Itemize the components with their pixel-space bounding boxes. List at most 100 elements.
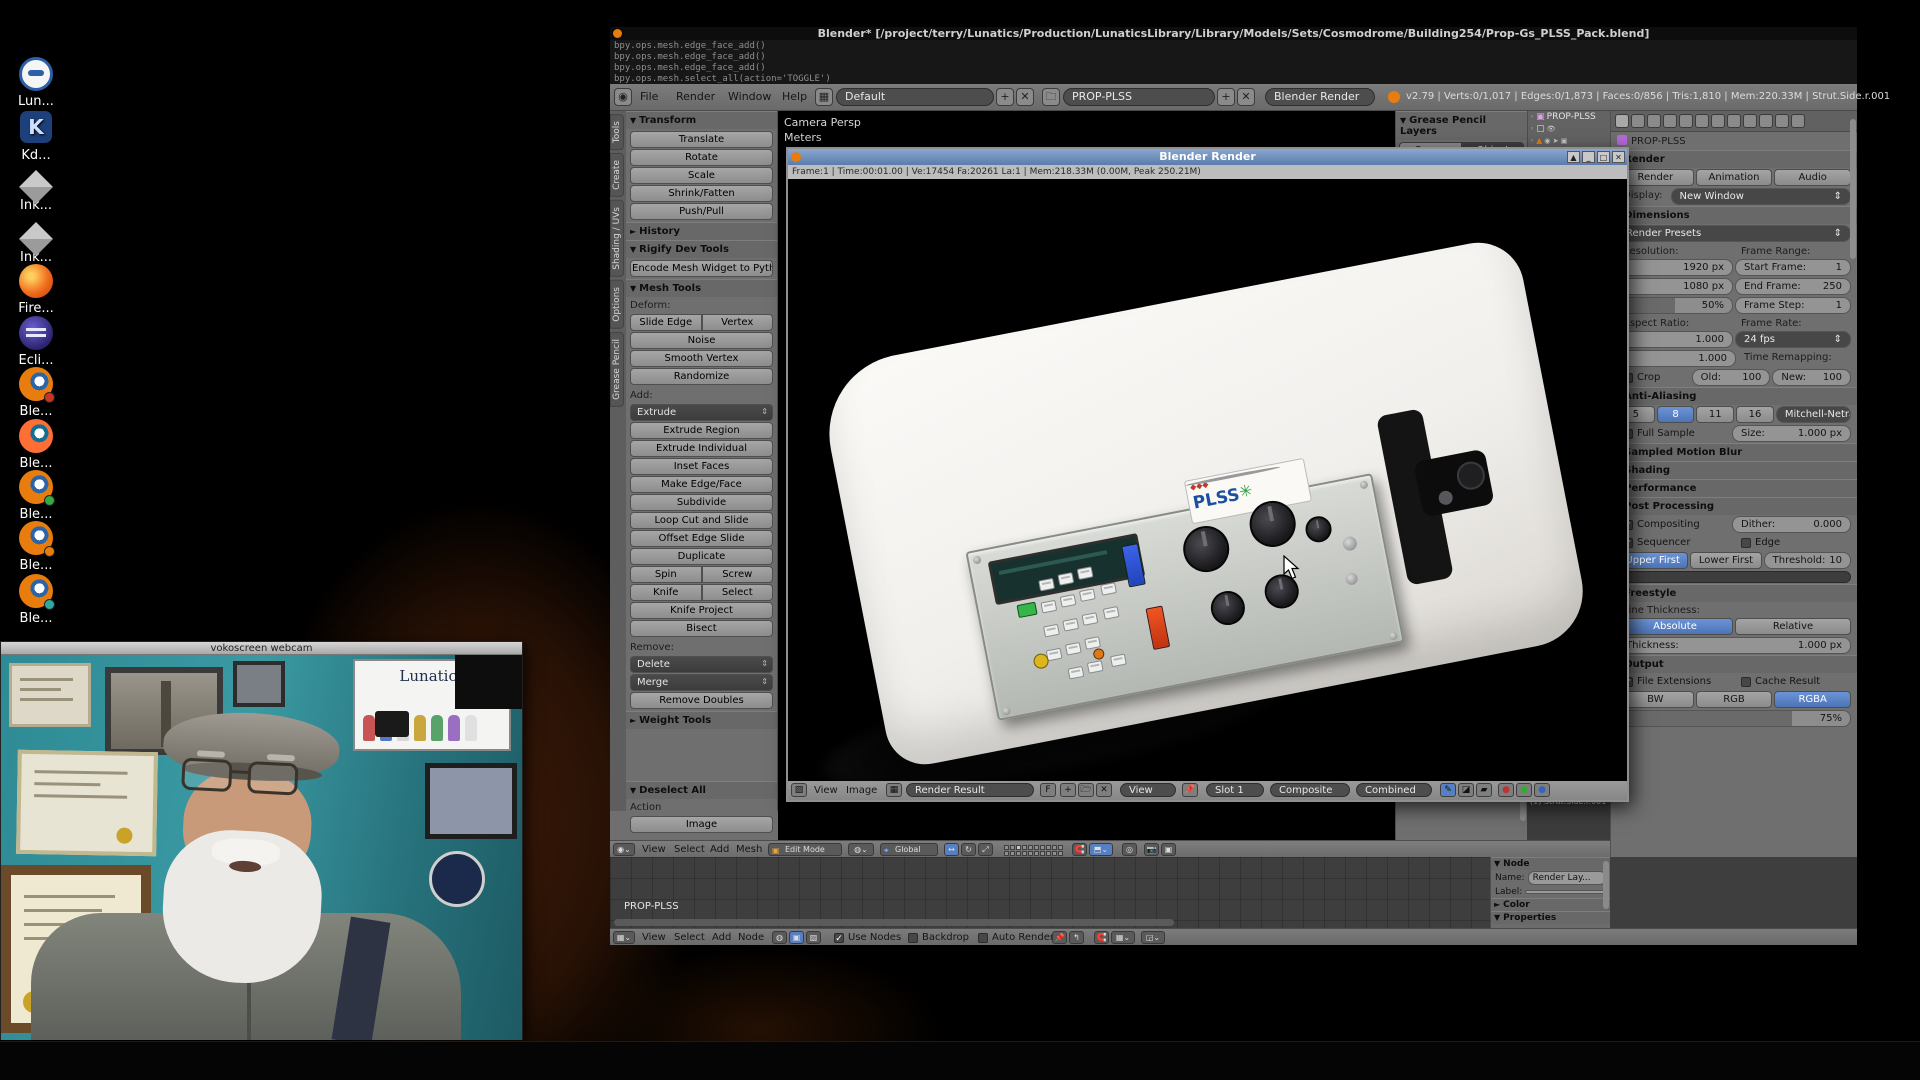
panel-shading[interactable]: ►Shading (1611, 461, 1857, 479)
view-menu[interactable]: View (642, 844, 666, 855)
cache-result-checkbox[interactable]: Cache Result (1735, 674, 1851, 689)
desktop-icon-blender-5[interactable]: Ble... (8, 574, 64, 626)
animation-button[interactable]: Animation (1696, 169, 1773, 186)
editor-type-icon[interactable]: ▨ (791, 783, 807, 797)
panel-antialiasing[interactable]: ▼Anti-Aliasing (1611, 387, 1857, 405)
channel-g-icon[interactable]: ● (1516, 783, 1532, 797)
node-sidebar-scrollbar[interactable] (1603, 861, 1609, 909)
overlay-select[interactable]: ◲⌄ (1141, 931, 1165, 944)
menu-file[interactable]: File (640, 90, 658, 103)
end-frame-field[interactable]: End Frame:250 (1735, 278, 1851, 295)
close-layout-button[interactable]: ✕ (1016, 88, 1034, 106)
tab-texture[interactable] (1759, 114, 1773, 128)
panel-mesh-tools[interactable]: ▼Mesh Tools (626, 279, 777, 297)
tab-material[interactable] (1743, 114, 1757, 128)
close-scene-button[interactable]: ✕ (1237, 88, 1255, 106)
desktop-icon-blender-3[interactable]: Ble... (8, 470, 64, 522)
panel-transform[interactable]: ▼Transform (626, 111, 777, 129)
orientation-select[interactable]: ⌖Global (880, 843, 938, 856)
manipulator-scale-icon[interactable]: ⤢ (978, 843, 993, 856)
extrude-region-button[interactable]: Extrude Region (630, 422, 773, 439)
edge-color-swatch[interactable] (1617, 571, 1851, 583)
parent-icon[interactable]: ↰ (1069, 931, 1084, 944)
mask-mode-icon[interactable]: ▰ (1476, 783, 1492, 797)
aa-16-button[interactable]: 16 (1736, 406, 1774, 423)
edge-checkbox[interactable]: Edge (1735, 535, 1851, 550)
node-name-field[interactable]: Render Lay... (1528, 871, 1606, 885)
desktop-icon-eclipse[interactable]: Ecli... (8, 316, 64, 368)
vertex-slide-button[interactable]: Vertex (702, 314, 774, 331)
panel-freestyle[interactable]: ▼Freestyle (1611, 584, 1857, 602)
tab-tools[interactable]: Tools (610, 114, 624, 150)
panel-extra[interactable]: ▼Deselect All (626, 781, 777, 799)
remap-new-field[interactable]: New:100 (1772, 369, 1851, 386)
image-button[interactable]: Image (630, 816, 773, 833)
aa-size-field[interactable]: Size:1.000 px (1732, 425, 1851, 442)
outliner-object-row[interactable]: ◦▢👁 (1528, 123, 1610, 135)
pass-select[interactable]: Composite (1270, 783, 1350, 797)
node-label-field[interactable] (1525, 890, 1606, 894)
add-menu[interactable]: Add (710, 844, 729, 855)
panel-post-processing[interactable]: ▼Post Processing (1611, 497, 1857, 515)
bisect-button[interactable]: Bisect (630, 620, 773, 637)
panel-grease-pencil-layers[interactable]: ▼Grease Pencil Layers (1396, 111, 1527, 140)
randomize-button[interactable]: Randomize (630, 368, 773, 385)
image-menu[interactable]: Image (846, 785, 877, 796)
start-frame-field[interactable]: Start Frame:1 (1735, 259, 1851, 276)
tab-scene[interactable] (1647, 114, 1661, 128)
absolute-button[interactable]: Absolute (1617, 618, 1733, 635)
rotate-button[interactable]: Rotate (630, 149, 773, 166)
scene-select[interactable]: PROP-PLSS (1063, 88, 1215, 106)
rgba-button[interactable]: RGBA (1774, 691, 1851, 708)
resolution-percentage-slider[interactable]: 50% (1617, 297, 1733, 314)
encode-mesh-widget-button[interactable]: Encode Mesh Widget to Python (630, 260, 773, 277)
noise-button[interactable]: Noise (630, 332, 773, 349)
outliner-scene-row[interactable]: ◦▣PROP-PLSS (1528, 111, 1610, 123)
image-name-field[interactable]: Render Result (906, 783, 1034, 797)
compression-slider[interactable]: 75% (1617, 710, 1851, 727)
file-extensions-checkbox[interactable]: ✓File Extensions (1617, 674, 1733, 689)
lower-first-button[interactable]: Lower First (1690, 552, 1761, 569)
tab-create[interactable]: Create (610, 153, 624, 197)
properties-scrollbar[interactable] (1850, 119, 1856, 259)
panel-render[interactable]: ▼Render (1611, 150, 1857, 168)
inset-faces-button[interactable]: Inset Faces (630, 458, 773, 475)
delete-dropdown[interactable]: Delete (630, 656, 773, 673)
node-add-menu[interactable]: Add (712, 932, 731, 943)
webcam-title-bar[interactable]: vokoscreen webcam (1, 642, 522, 655)
extrude-individual-button[interactable]: Extrude Individual (630, 440, 773, 457)
desktop-icon-inkscape-2[interactable]: Ink... (8, 213, 64, 265)
render-engine-select[interactable]: Blender Render (1265, 88, 1375, 106)
pin-icon[interactable]: 📌 (1182, 783, 1198, 797)
node-node-menu[interactable]: Node (738, 932, 764, 943)
remap-old-field[interactable]: Old:100 (1692, 369, 1771, 386)
render-view-icon[interactable]: 📷 (1144, 843, 1159, 856)
snap-icon[interactable]: 🧲 (1094, 931, 1109, 944)
display-channel-select[interactable]: Combined (1356, 783, 1432, 797)
image-view-menu[interactable]: View (814, 785, 838, 796)
node-select-menu[interactable]: Select (674, 932, 705, 943)
unlink-image-button[interactable]: ✕ (1096, 783, 1112, 797)
desktop-icon-lunatics[interactable]: Lun... (8, 57, 64, 109)
spin-button[interactable]: Spin (630, 566, 702, 583)
thickness-field[interactable]: Thickness:1.000 px (1617, 637, 1851, 654)
tab-modifiers[interactable] (1711, 114, 1725, 128)
panel-performance[interactable]: ►Performance (1611, 479, 1857, 497)
add-layout-button[interactable]: + (996, 88, 1014, 106)
desktop-icon-blender-1[interactable]: Ble... (8, 367, 64, 419)
editor-type-icon[interactable]: ▦⌄ (613, 931, 635, 944)
tab-particles[interactable] (1775, 114, 1789, 128)
fake-user-button[interactable]: F (1040, 783, 1056, 797)
desktop-icon-firefox[interactable]: Fire... (8, 264, 64, 316)
erase-mode-icon[interactable]: ◪ (1458, 783, 1474, 797)
node-hscrollbar[interactable] (614, 919, 1174, 926)
render-canvas[interactable]: ◆◆◆ PLSS✳ (788, 179, 1627, 781)
draw-mode-icon[interactable]: ✎ (1440, 783, 1456, 797)
merge-dropdown[interactable]: Merge (630, 674, 773, 691)
view-mode-select[interactable]: View (1120, 783, 1176, 797)
remove-doubles-button[interactable]: Remove Doubles (630, 692, 773, 709)
panel-dimensions[interactable]: ▼Dimensions (1611, 206, 1857, 224)
tab-constraints[interactable] (1695, 114, 1709, 128)
texture-nodes-icon[interactable]: ▨ (806, 931, 821, 944)
snap-element-select[interactable]: ⬒⌄ (1089, 843, 1113, 856)
